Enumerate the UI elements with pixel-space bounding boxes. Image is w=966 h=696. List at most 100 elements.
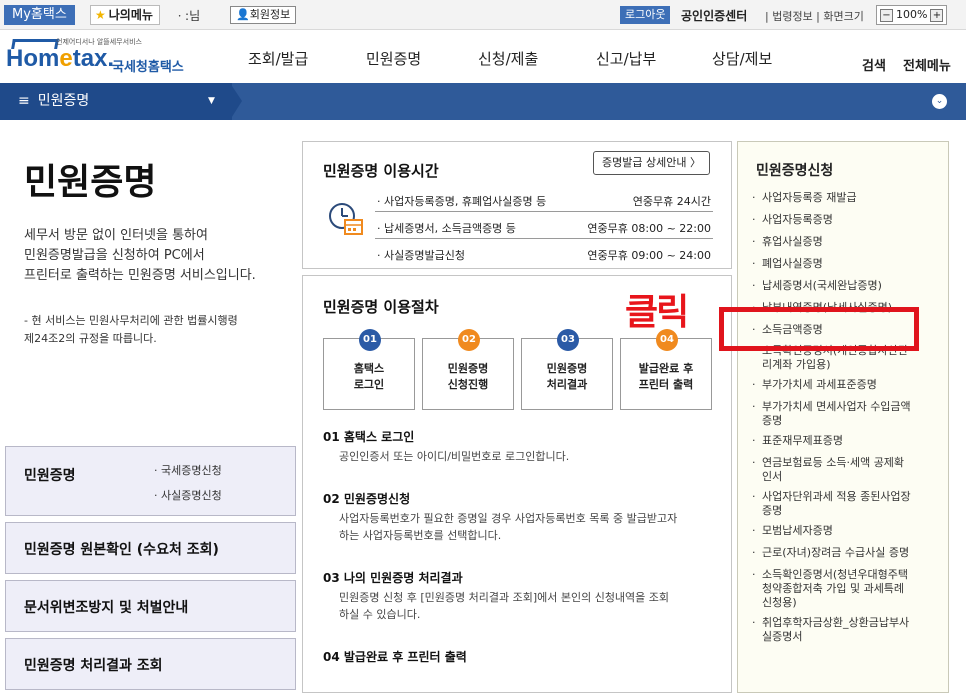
bullet-icon: ·: [752, 213, 756, 226]
section-heading: 03 나의 민원증명 처리결과: [323, 571, 463, 585]
menu-application[interactable]: 신청/제출: [478, 48, 538, 69]
left-menu-label: 문서위변조방지 및 처벌안내: [24, 600, 189, 616]
step-number-badge: 03: [557, 329, 579, 351]
zoom-in-button[interactable]: +: [930, 8, 944, 22]
my-menu-label: 나의메뉴: [108, 8, 153, 22]
procedure-title: 민원증명 이용절차: [323, 298, 439, 316]
legal-info-link[interactable]: 법령정보: [772, 10, 812, 23]
utility-links: | 법령정보 | 화면크기: [765, 10, 864, 23]
menu-inquiry-issue[interactable]: 조회/발급: [248, 48, 308, 69]
hours-row: · 납세증명서, 소득금액증명 등 연중무휴 08:00 ~ 22:00: [375, 217, 713, 239]
page-title: 민원증명: [24, 162, 157, 203]
sidebar-item-label: 표준재무제표증명: [762, 434, 843, 447]
bullet-icon: ·: [752, 191, 756, 204]
menu-civil-certificate[interactable]: 민원증명: [366, 48, 421, 69]
procedure-panel: 민원증명 이용절차 클릭 01 홈택스 로그인 02 민원증명 신청진행 03 민원…: [302, 275, 732, 693]
my-hometax-button[interactable]: My홈택스: [4, 5, 75, 25]
left-menu-label: 민원증명 처리결과 조회: [24, 658, 163, 674]
sidebar-item-label: 사업자등록증명: [762, 213, 833, 226]
left-menu-result-inquiry[interactable]: 민원증명 처리결과 조회: [5, 638, 296, 690]
member-info-button[interactable]: 👤회원정보: [230, 6, 297, 24]
bullet-icon: ·: [752, 546, 756, 559]
section-text: 민원증명 신청 후 [민원증명 처리결과 조회]에서 본인의 신청내역을 조회 하…: [339, 591, 670, 621]
hometax-logo[interactable]: 언제어디서나 알뜰세무서비스 Hometax. 국세청홈택스: [6, 37, 186, 77]
sidebar-item-label: 부가가치세 면세사업자 수입금액 증명: [762, 400, 911, 427]
step-apply: 02 민원증명 신청진행: [422, 329, 514, 410]
nav-bar: ≡ 민원증명 ▼ ⌄: [0, 83, 966, 120]
step-print: 04 발급완료 후 프린터 출력: [620, 329, 712, 410]
bullet-icon: ·: [752, 568, 756, 581]
sidebar-item-label: 연금보험료등 소득·세액 공제확 인서: [762, 456, 905, 483]
step-result: 03 민원증명 처리결과: [521, 329, 613, 410]
sidebar-item-label: 폐업사실증명: [762, 257, 823, 270]
clock-calendar-icon: [329, 203, 363, 235]
step-number-badge: 01: [359, 329, 381, 351]
zoom-out-button[interactable]: −: [880, 8, 893, 22]
step-number-badge: 02: [458, 329, 480, 351]
chevron-down-icon[interactable]: ⌄: [932, 94, 947, 109]
sidebar-title: 민원증명신청: [756, 163, 834, 179]
page-note: - 현 서비스는 민원사무처리에 관한 법률시행령 제24조2의 규정을 따릅니…: [24, 314, 238, 345]
section-heading: 04 발급완료 후 프린터 출력: [323, 650, 467, 664]
star-icon: ★: [95, 8, 106, 22]
left-menu-label: 민원증명: [24, 468, 76, 484]
sidebar-item-label: 취업후학자금상환_상환금납부사 실증명서: [762, 616, 910, 643]
hours-row: · 사실증명발급신청 연중무휴 09:00 ~ 24:00: [377, 249, 711, 262]
step-login: 01 홈택스 로그인: [323, 329, 415, 410]
detail-guide-button[interactable]: 증명발급 상세안내 〉: [593, 151, 710, 175]
sidebar-item-label: 사업자등록증 재발급: [762, 191, 857, 204]
dropdown-arrow-icon: ▼: [208, 96, 215, 106]
sidebar-item-label: 휴업사실증명: [762, 235, 823, 248]
zoom-control: − 100% +: [876, 5, 948, 25]
section-heading: 01 홈택스 로그인: [323, 430, 415, 444]
bullet-icon: ·: [752, 616, 756, 629]
menu-report-payment[interactable]: 신고/납부: [596, 48, 656, 69]
hamburger-icon: ≡: [18, 93, 30, 109]
click-highlight-box: [719, 307, 919, 351]
hours-panel: 민원증명 이용시간 증명발급 상세안내 〉 · 사업자등록증명, 휴폐업사실증명…: [302, 141, 732, 269]
left-menu-original-check[interactable]: 민원증명 원본확인 (수요처 조회): [5, 522, 296, 574]
my-menu-button[interactable]: ★ 나의메뉴: [90, 5, 160, 25]
sidebar-item-label: 부가가치세 과세표준증명: [762, 378, 877, 391]
site-header: 언제어디서나 알뜰세무서비스 Hometax. 국세청홈택스 조회/발급 민원증…: [0, 31, 966, 81]
zoom-level: 100%: [896, 8, 928, 21]
hours-row: · 사업자등록증명, 휴폐업사실증명 등 연중무휴 24시간: [375, 190, 713, 212]
bullet-icon: ·: [752, 235, 756, 248]
cert-center-link[interactable]: 공인인증센터: [681, 7, 747, 24]
sidebar-item-label: 모범납세자증명: [762, 524, 833, 537]
left-submenu-fact-cert[interactable]: · 사실증명신청: [154, 487, 222, 503]
nav-dropdown[interactable]: ≡ 민원증명 ▼: [0, 83, 232, 120]
bullet-icon: ·: [752, 524, 756, 537]
bullet-icon: ·: [752, 490, 756, 503]
nav-current-label: 민원증명: [37, 93, 90, 109]
menu-consulting[interactable]: 상담/제보: [712, 48, 772, 69]
logout-button[interactable]: 로그아웃: [620, 6, 671, 24]
user-name: ㆍ:님: [174, 9, 201, 23]
section-text: 사업자등록번호가 필요한 증명일 경우 사업자등록번호 목록 중 발급받고자 하는…: [339, 512, 678, 542]
section-text: 공인인증서 또는 아이디/비밀번호로 로그인합니다.: [339, 450, 570, 463]
bullet-icon: ·: [752, 434, 756, 447]
left-submenu-tax-cert[interactable]: · 국세증명신청: [154, 462, 222, 478]
all-menu-link[interactable]: 전체메뉴: [903, 55, 951, 74]
top-utility-bar: My홈택스 ★ 나의메뉴 ㆍ:님 👤회원정보 로그아웃 공인인증센터 | 법령정보…: [0, 0, 966, 30]
sidebar-item-label: 사업자단위과세 적용 종된사업장 증명: [762, 490, 911, 517]
logo-korean-name: 국세청홈택스: [112, 60, 184, 75]
page-description: 세무서 방문 없이 인터넷을 통하여 민원증명발급을 신청하여 PC에서 프린터…: [24, 228, 256, 283]
left-menu-certificate[interactable]: 민원증명 · 국세증명신청 · 사실증명신청: [5, 446, 296, 516]
logo-wordmark: Hometax.: [6, 45, 115, 72]
bullet-icon: ·: [752, 378, 756, 391]
hours-title: 민원증명 이용시간: [323, 162, 439, 180]
breadcrumb-arrow-icon: [230, 83, 242, 120]
screen-size-label: 화면크기: [823, 10, 864, 23]
cert-application-sidebar: 민원증명신청 · 사업자등록증 재발급 · 사업자등록증명 · 휴업사실증명 · 폐업사실증명…: [737, 141, 949, 693]
search-link[interactable]: 검색: [862, 55, 886, 74]
sidebar-item-label: 소득확인증명서(청년우대형주택 청약종합저축 가입 및 과세특례 신청용): [762, 568, 908, 609]
user-icon: 👤: [236, 8, 250, 21]
bullet-icon: ·: [752, 456, 756, 469]
bullet-icon: ·: [752, 257, 756, 270]
left-menu-forgery-prevention[interactable]: 문서위변조방지 및 처벌안내: [5, 580, 296, 632]
section-heading: 02 민원증명신청: [323, 492, 411, 506]
member-info-label: 회원정보: [249, 8, 291, 21]
bullet-icon: ·: [752, 279, 756, 292]
bullet-icon: ·: [752, 400, 756, 413]
